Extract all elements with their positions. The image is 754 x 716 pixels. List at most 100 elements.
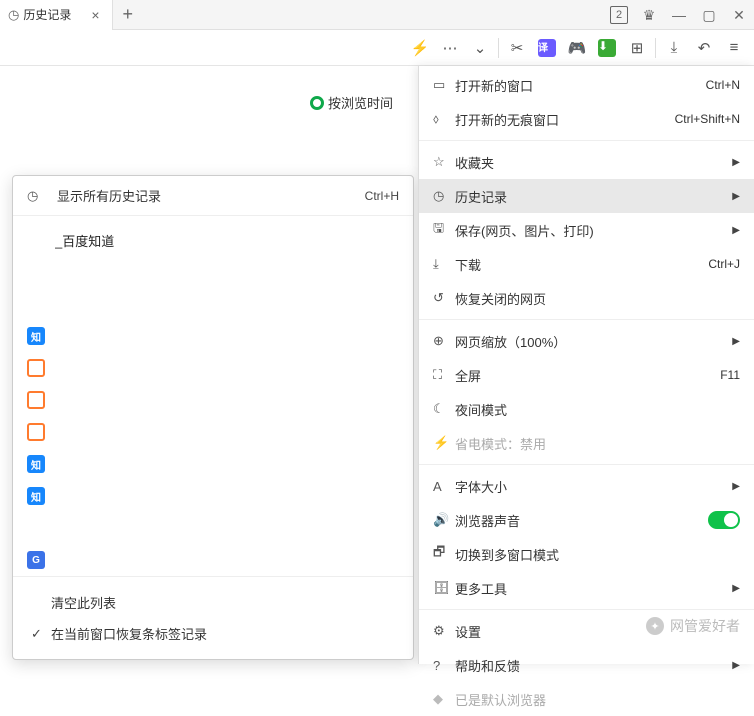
more-icon[interactable]: ⋯ bbox=[436, 34, 464, 62]
minimize-button[interactable]: — bbox=[664, 0, 694, 30]
separator bbox=[498, 38, 499, 58]
menu-item-font[interactable]: A字体大小▶ bbox=[419, 469, 754, 503]
chevron-right-icon: ▶ bbox=[732, 660, 740, 671]
restore-tabs[interactable]: ✓ 在当前窗口恢复条标签记录 bbox=[13, 618, 413, 649]
main-menu: ▭打开新的窗口Ctrl+N⬨打开新的无痕窗口Ctrl+Shift+N☆收藏夹▶◷… bbox=[418, 66, 754, 664]
menu-item-clock[interactable]: ◷历史记录▶ bbox=[419, 179, 754, 213]
baidu-favicon: ⠿ bbox=[27, 263, 45, 281]
sort-label: 按浏览时间 bbox=[328, 93, 393, 112]
history-item[interactable]: S bbox=[13, 352, 413, 384]
sound-icon: 🔊 bbox=[433, 512, 455, 528]
menu-item-label: 省电模式：禁用 bbox=[455, 434, 740, 453]
toolbar: ⚡ ⋯ ⌄ ✂ 译 🎮 ⬇ ⊞ ⤓ ↶ ≡ bbox=[0, 30, 754, 66]
menu-item-save[interactable]: 🖫保存(网页、图片、打印) ▶ bbox=[419, 213, 754, 247]
menu-item-star[interactable]: ☆收藏夹▶ bbox=[419, 145, 754, 179]
chevron-right-icon: ▶ bbox=[732, 225, 740, 236]
undo-icon[interactable]: ↶ bbox=[690, 34, 718, 62]
font-icon: A bbox=[433, 479, 455, 494]
download-green-icon[interactable]: ⬇ bbox=[593, 34, 621, 62]
save-icon: 🖫 bbox=[433, 219, 455, 241]
menu-item-tools[interactable]: 🗄更多工具▶ bbox=[419, 571, 754, 605]
menu-separator bbox=[419, 609, 754, 610]
menu-item-sound[interactable]: 🔊浏览器声音 bbox=[419, 503, 754, 537]
menu-item-window[interactable]: ▭打开新的窗口Ctrl+N bbox=[419, 68, 754, 102]
skin-icon[interactable]: ♛ bbox=[634, 0, 664, 30]
plug-icon: ⚡ bbox=[433, 435, 455, 451]
lightning-icon[interactable]: ⚡ bbox=[406, 34, 434, 62]
window-icon: ▭ bbox=[433, 77, 455, 93]
translate-icon[interactable]: 译 bbox=[533, 34, 561, 62]
history-item[interactable]: ⠿ bbox=[13, 256, 413, 288]
sogou-favicon: S bbox=[27, 359, 45, 377]
maximize-button[interactable]: ▢ bbox=[694, 0, 724, 30]
tools-icon: 🗄 bbox=[433, 580, 455, 596]
restore-label: 在当前窗口恢复条标签记录 bbox=[51, 624, 207, 643]
menu-item-fullscreen[interactable]: ⛶全屏F11 bbox=[419, 358, 754, 392]
zhihu-favicon: 知 bbox=[27, 487, 45, 505]
tab-counter[interactable]: 2 bbox=[604, 0, 634, 30]
menu-item-download[interactable]: ⤓下载Ctrl+J bbox=[419, 247, 754, 281]
game-icon[interactable]: 🎮 bbox=[563, 34, 591, 62]
menu-item-help[interactable]: ?帮助和反馈▶ bbox=[419, 648, 754, 682]
grid-icon[interactable]: ⊞ bbox=[623, 34, 651, 62]
menu-icon[interactable]: ≡ bbox=[720, 34, 748, 62]
clear-list[interactable]: 清空此列表 bbox=[13, 587, 413, 618]
history-item[interactable]: G bbox=[13, 544, 413, 576]
zhihu-favicon: 知 bbox=[27, 327, 45, 345]
menu-item-label: 历史记录 bbox=[455, 187, 724, 206]
tab[interactable]: ◷ 历史记录 × bbox=[0, 0, 113, 30]
close-button[interactable]: ✕ bbox=[724, 0, 754, 30]
toggle-switch[interactable] bbox=[708, 511, 740, 529]
menu-item-label: 夜间模式 bbox=[455, 400, 740, 419]
clear-label: 清空此列表 bbox=[51, 593, 116, 612]
menu-item-label: 下载 bbox=[455, 255, 708, 274]
close-icon[interactable]: × bbox=[87, 7, 103, 23]
title-bar: ◷ 历史记录 × + 2 ♛ — ▢ ✕ bbox=[0, 0, 754, 30]
menu-item-label: 收藏夹 bbox=[455, 153, 724, 172]
chevron-right-icon: ▶ bbox=[732, 336, 740, 347]
history-submenu: ◷ 显示所有历史记录 Ctrl+H ⠿_百度知道⠿⠿知SSS知知⠿GS 清空此列… bbox=[12, 175, 414, 660]
menu-item-label: 已是默认浏览器 bbox=[455, 690, 740, 709]
menu-item-shortcut: Ctrl+N bbox=[706, 78, 740, 92]
menu-item-shortcut: Ctrl+Shift+N bbox=[675, 112, 740, 126]
tab-title: 历史记录 bbox=[23, 6, 71, 23]
menu-item-restore[interactable]: ↺恢复关闭的网页 bbox=[419, 281, 754, 315]
download-icon[interactable]: ⤓ bbox=[660, 34, 688, 62]
chevron-down-icon[interactable]: ⌄ bbox=[466, 34, 494, 62]
menu-item-label: 打开新的无痕窗口 bbox=[455, 110, 675, 129]
submenu-footer: 清空此列表 ✓ 在当前窗口恢复条标签记录 bbox=[13, 576, 413, 659]
new-tab-button[interactable]: + bbox=[113, 4, 144, 25]
history-item[interactable]: S bbox=[13, 384, 413, 416]
menu-item-incognito[interactable]: ⬨打开新的无痕窗口Ctrl+Shift+N bbox=[419, 102, 754, 136]
watermark: ✦ 网管爱好者 bbox=[646, 616, 740, 636]
separator bbox=[655, 38, 656, 58]
menu-item-label: 更多工具 bbox=[455, 579, 724, 598]
sort-indicator[interactable]: 按浏览时间 bbox=[310, 93, 393, 112]
history-item[interactable]: 知 bbox=[13, 320, 413, 352]
history-item[interactable]: 知 bbox=[13, 448, 413, 480]
history-item[interactable]: ⠿_百度知道 bbox=[13, 224, 413, 256]
menu-item-moon[interactable]: ☾夜间模式 bbox=[419, 392, 754, 426]
check-icon: ✓ bbox=[31, 626, 51, 642]
show-all-history[interactable]: ◷ 显示所有历史记录 Ctrl+H bbox=[13, 176, 413, 216]
history-item[interactable]: ⠿ bbox=[13, 288, 413, 320]
history-item[interactable]: S bbox=[13, 416, 413, 448]
history-item[interactable]: 知 bbox=[13, 480, 413, 512]
settings-icon: ⚙ bbox=[433, 623, 455, 639]
menu-item-multiwindow[interactable]: 🗗切换到多窗口模式 bbox=[419, 537, 754, 571]
menu-item-zoom[interactable]: ⊕网页缩放（100%）▶ bbox=[419, 324, 754, 358]
menu-item-label: 保存(网页、图片、打印) bbox=[455, 221, 724, 240]
moon-icon: ☾ bbox=[433, 401, 455, 417]
chevron-right-icon: ▶ bbox=[732, 481, 740, 492]
menu-item-label: 打开新的窗口 bbox=[455, 76, 706, 95]
scissors-icon[interactable]: ✂ bbox=[503, 34, 531, 62]
sogou-favicon: S bbox=[27, 423, 45, 441]
history-item[interactable]: ⠿ bbox=[13, 512, 413, 544]
sogou-favicon: S bbox=[27, 391, 45, 409]
menu-item-plug: ⚡省电模式：禁用 bbox=[419, 426, 754, 460]
radio-active-icon bbox=[310, 96, 324, 110]
baidu-favicon: ⠿ bbox=[27, 231, 45, 249]
multiwindow-icon: 🗗 bbox=[433, 543, 455, 565]
menu-item-label: 切换到多窗口模式 bbox=[455, 545, 740, 564]
menu-item-shortcut: F11 bbox=[720, 368, 740, 382]
